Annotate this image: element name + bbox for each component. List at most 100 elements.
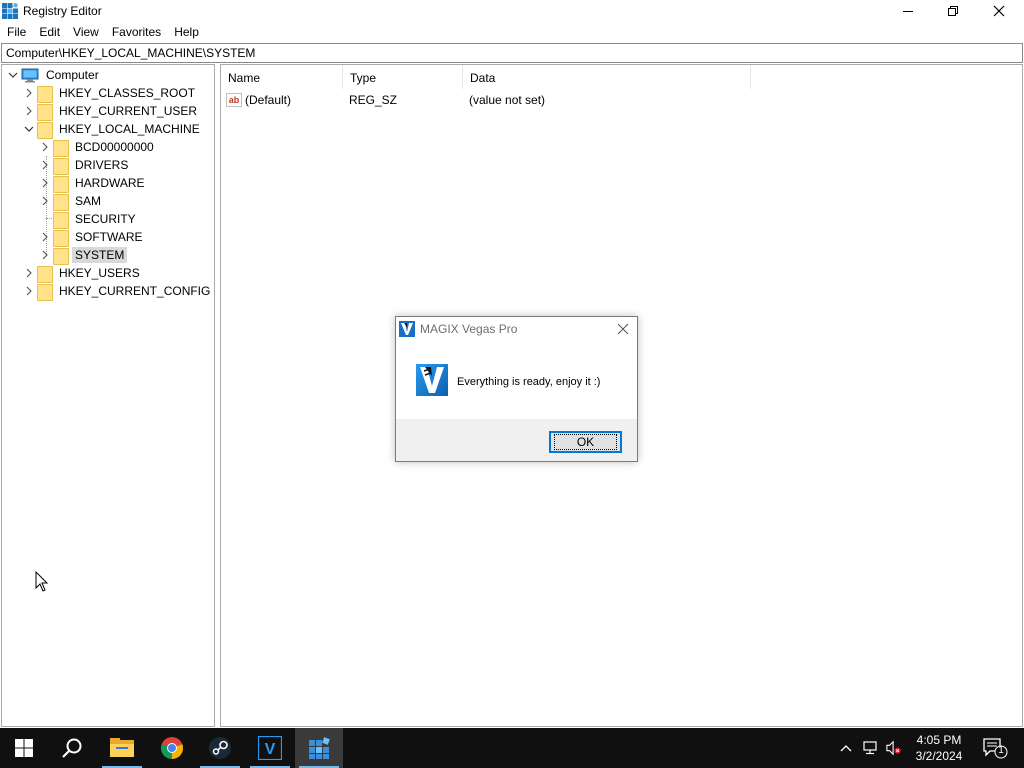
taskbar-chrome[interactable] <box>148 728 196 768</box>
tree-item-hkey-local-machine[interactable]: HKEY_LOCAL_MACHINE <box>23 120 203 139</box>
chevron-down-icon[interactable] <box>7 69 19 81</box>
title-bar[interactable]: Registry Editor <box>0 0 1024 22</box>
svg-text:V: V <box>265 741 276 758</box>
column-header-data[interactable]: Data <box>463 65 751 89</box>
close-button[interactable] <box>976 0 1022 22</box>
folder-icon <box>53 157 69 175</box>
tree-item-computer[interactable]: Computer <box>7 66 102 84</box>
dialog-title-bar[interactable]: MAGIX Vegas Pro <box>396 317 637 339</box>
start-button[interactable] <box>0 728 48 768</box>
tree-label: SECURITY <box>75 212 136 226</box>
chevron-right-icon[interactable] <box>23 267 35 279</box>
value-data: (value not set) <box>469 93 546 107</box>
chevron-right-icon[interactable] <box>23 87 35 99</box>
chevron-right-icon[interactable] <box>23 285 35 297</box>
folder-icon <box>37 283 53 301</box>
chevron-right-icon[interactable] <box>39 231 51 243</box>
restore-button[interactable] <box>930 0 976 22</box>
column-header-type[interactable]: Type <box>343 65 463 89</box>
menu-file[interactable]: File <box>0 22 32 42</box>
tree-label: HKEY_CLASSES_ROOT <box>59 86 196 100</box>
chevron-right-icon[interactable] <box>39 249 51 261</box>
clock-time: 4:05 PM <box>916 733 962 747</box>
mouse-cursor-icon <box>35 570 49 593</box>
folder-icon <box>53 247 69 265</box>
tree-item-hkey-users[interactable]: HKEY_USERS <box>23 264 143 283</box>
folder-icon <box>53 139 69 157</box>
volume-muted-icon[interactable] <box>886 740 902 756</box>
tree-item-bcd[interactable]: BCD00000000 <box>39 138 157 157</box>
show-hidden-icons-chevron-up-icon[interactable] <box>838 740 854 756</box>
taskbar-file-explorer[interactable] <box>98 728 146 768</box>
folder-icon <box>53 193 69 211</box>
registry-editor-icon <box>2 2 19 19</box>
steam-icon <box>209 737 231 759</box>
tree-item-hkey-current-user[interactable]: HKEY_CURRENT_USER <box>23 102 200 121</box>
dialog-body: Everything is ready, enjoy it :) <box>396 339 637 419</box>
dialog-close-button[interactable] <box>615 321 631 337</box>
chevron-right-icon[interactable] <box>39 159 51 171</box>
tree-label: HKEY_CURRENT_USER <box>59 104 198 118</box>
chevron-down-icon[interactable] <box>23 123 35 135</box>
column-header-name[interactable]: Name <box>221 65 343 89</box>
dialog-footer: OK <box>396 419 637 461</box>
search-button[interactable] <box>48 728 96 768</box>
close-icon <box>993 5 1005 17</box>
windows-logo-icon <box>15 739 33 757</box>
folder-open-icon <box>37 121 53 139</box>
chevron-right-icon[interactable] <box>39 177 51 189</box>
window-title: Registry Editor <box>23 4 102 18</box>
folder-icon <box>37 85 53 103</box>
minimize-icon <box>903 11 913 12</box>
value-name: (Default) <box>245 93 292 107</box>
notification-count: 1 <box>998 745 1004 756</box>
folder-icon <box>37 265 53 283</box>
list-header: Name Type Data <box>221 65 751 89</box>
registry-editor-icon <box>309 737 330 759</box>
tree-label: DRIVERS <box>75 158 129 172</box>
ok-button[interactable]: OK <box>549 431 622 453</box>
tree-item-system[interactable]: SYSTEM <box>39 246 128 265</box>
tree-label: HKEY_USERS <box>59 266 140 280</box>
tree-item-hkey-current-config[interactable]: HKEY_CURRENT_CONFIG <box>23 282 213 301</box>
tree-item-hkey-classes-root[interactable]: HKEY_CLASSES_ROOT <box>23 84 198 103</box>
taskbar-steam[interactable] <box>196 728 244 768</box>
chevron-right-icon[interactable] <box>39 141 51 153</box>
menu-edit[interactable]: Edit <box>32 22 66 42</box>
taskbar-vegas[interactable]: V <box>246 728 294 768</box>
taskbar-registry-editor[interactable] <box>295 728 343 768</box>
search-icon <box>62 738 82 758</box>
menu-help[interactable]: Help <box>167 22 205 42</box>
tree-item-sam[interactable]: SAM <box>39 192 104 211</box>
value-row[interactable]: ab (Default) REG_SZ (value not set) <box>226 91 545 109</box>
tree-item-software[interactable]: SOFTWARE <box>39 228 146 247</box>
folder-icon <box>37 103 53 121</box>
tree-item-drivers[interactable]: DRIVERS <box>39 156 131 175</box>
network-icon[interactable] <box>862 740 878 756</box>
tree-label: SOFTWARE <box>75 230 143 244</box>
tree-item-security[interactable]: SECURITY <box>39 210 139 229</box>
message-dialog: MAGIX Vegas Pro Everything is ready, enj… <box>395 316 638 462</box>
minimize-button[interactable] <box>885 0 931 22</box>
ab-string-icon: ab <box>226 93 242 107</box>
taskbar-clock[interactable]: 4:05 PM 3/2/2024 <box>908 732 970 764</box>
menu-view[interactable]: View <box>66 22 105 42</box>
close-icon <box>617 323 629 335</box>
file-explorer-icon <box>110 738 134 757</box>
computer-icon <box>21 68 39 83</box>
address-bar[interactable]: Computer\HKEY_LOCAL_MACHINE\SYSTEM <box>1 43 1023 63</box>
chevron-right-icon[interactable] <box>23 105 35 117</box>
tree-label: SAM <box>75 194 102 208</box>
chevron-right-icon[interactable] <box>39 195 51 207</box>
tree-label: HKEY_CURRENT_CONFIG <box>59 284 211 298</box>
menu-favorites[interactable]: Favorites <box>105 22 167 42</box>
tree-item-hardware[interactable]: HARDWARE <box>39 174 148 193</box>
vegas-logo-icon <box>399 321 415 337</box>
ok-button-label: OK <box>553 433 618 450</box>
action-center-button[interactable]: 1 <box>980 736 1010 760</box>
folder-icon <box>53 211 69 229</box>
vegas-logo-icon <box>416 364 448 396</box>
folder-icon <box>53 229 69 247</box>
tree-label: BCD00000000 <box>75 140 154 154</box>
menu-bar: File Edit View Favorites Help <box>0 22 1024 42</box>
